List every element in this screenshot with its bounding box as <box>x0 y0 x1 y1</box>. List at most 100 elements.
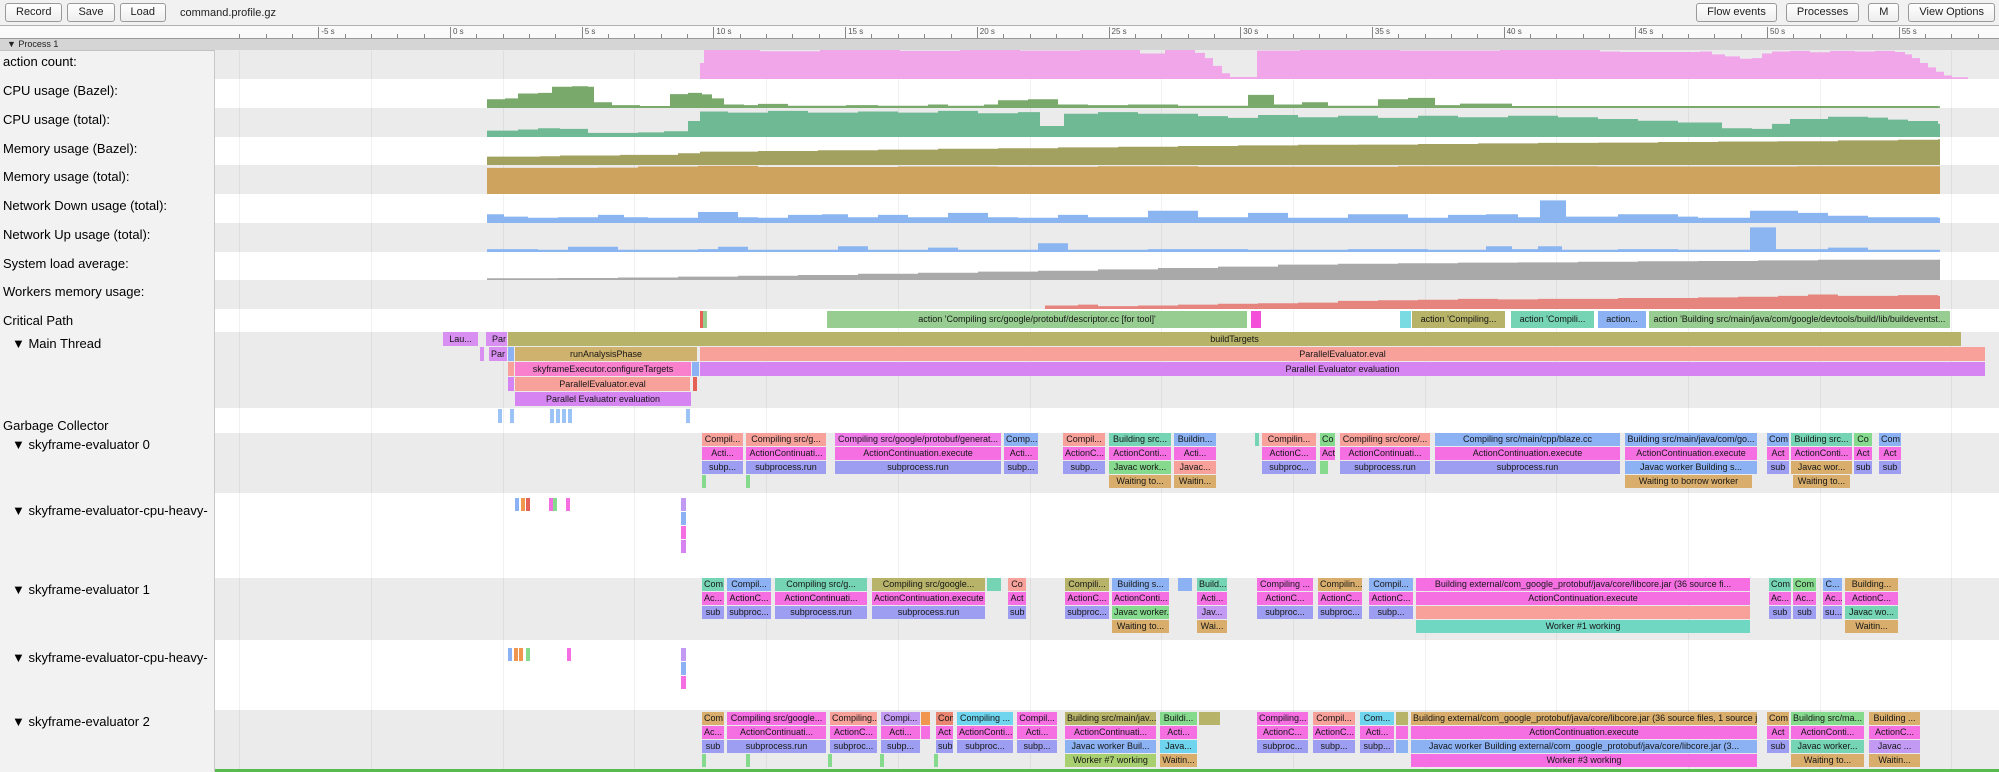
trace-block[interactable]: Compil... <box>702 433 743 446</box>
trace-block[interactable] <box>567 648 571 661</box>
trace-block[interactable] <box>550 409 554 423</box>
trace-block[interactable]: su... <box>1823 606 1842 619</box>
trace-block[interactable] <box>514 648 518 661</box>
trace-block[interactable]: ActionContinuation.execute <box>1411 726 1757 739</box>
trace-block[interactable]: ActionC... <box>727 592 771 605</box>
trace-block[interactable]: Waiting to... <box>1791 754 1864 767</box>
trace-block[interactable]: Javac ... <box>1869 740 1920 753</box>
trace-block[interactable]: Build... <box>1197 578 1227 591</box>
track-label-main-thread[interactable]: ▼ Main Thread <box>0 336 222 351</box>
trace-block[interactable]: subp... <box>1369 606 1413 619</box>
trace-block[interactable] <box>703 311 707 328</box>
trace-block[interactable] <box>686 409 690 423</box>
trace-block[interactable] <box>498 409 502 423</box>
trace-block[interactable]: Parallel Evaluator evaluation <box>700 362 1985 376</box>
trace-block[interactable]: subprocess.run <box>1340 461 1430 474</box>
trace-block[interactable]: Com <box>702 578 724 591</box>
trace-block[interactable]: ActionContinuati... <box>1065 726 1156 739</box>
trace-block[interactable] <box>1396 712 1408 725</box>
trace-block[interactable]: subp... <box>1360 740 1394 753</box>
trace-block[interactable] <box>681 540 686 553</box>
trace-block[interactable] <box>508 648 512 661</box>
trace-block[interactable]: subp... <box>1017 740 1057 753</box>
trace-block[interactable]: sub <box>1793 606 1816 619</box>
trace-block[interactable]: subproc... <box>727 606 771 619</box>
trace-block[interactable]: Compili... <box>1065 578 1109 591</box>
trace-block[interactable]: sub <box>1008 606 1026 619</box>
trace-block[interactable]: Wai... <box>1197 620 1227 633</box>
trace-block[interactable]: ActionC... <box>1313 726 1355 739</box>
trace-block[interactable]: Building external/com_google_protobuf/ja… <box>1416 578 1750 591</box>
trace-block[interactable]: ActionConti... <box>1791 726 1864 739</box>
trace-block[interactable] <box>934 754 938 767</box>
trace-block[interactable]: Compiling... <box>1257 712 1308 725</box>
trace-block[interactable] <box>566 498 570 511</box>
trace-block[interactable]: sub <box>936 740 953 753</box>
trace-block[interactable]: Waitin... <box>1845 620 1898 633</box>
trace-block[interactable]: Compi... <box>881 712 920 725</box>
net-up-chart[interactable] <box>0 223 1999 252</box>
trace-block[interactable]: Javac work... <box>1109 461 1171 474</box>
trace-block[interactable]: Comp... <box>1004 433 1038 446</box>
trace-block[interactable]: Building src/ma... <box>1791 712 1864 725</box>
trace-block[interactable]: Javac worker... <box>1791 740 1864 753</box>
trace-block[interactable]: ActionC... <box>1869 726 1920 739</box>
trace-block[interactable] <box>508 377 514 391</box>
trace-block[interactable]: Waiting to... <box>1109 475 1171 488</box>
load-button[interactable]: Load <box>120 3 166 22</box>
trace-block[interactable] <box>702 754 706 767</box>
trace-block[interactable] <box>987 578 1001 591</box>
save-button[interactable]: Save <box>67 3 114 22</box>
trace-block[interactable]: buildTargets <box>508 332 1961 346</box>
trace-block[interactable] <box>526 648 530 661</box>
trace-block[interactable]: Compil... <box>1063 433 1105 446</box>
trace-block[interactable] <box>702 475 706 488</box>
trace-block[interactable]: Waitin... <box>1174 475 1216 488</box>
trace-block[interactable]: Com <box>1793 578 1816 591</box>
trace-block[interactable]: Act <box>1767 447 1789 460</box>
trace-block[interactable]: ActionContinuati... <box>727 726 826 739</box>
trace-block[interactable]: subp... <box>881 740 920 753</box>
trace-block[interactable] <box>681 676 686 689</box>
trace-block[interactable]: Building src/main/java/com/go... <box>1625 433 1757 446</box>
trace-block[interactable]: subproc... <box>1257 606 1313 619</box>
trace-block[interactable]: ActionC... <box>1065 592 1109 605</box>
trace-block[interactable]: Waitin... <box>1160 754 1197 767</box>
flow-events-button[interactable]: Flow events <box>1696 3 1777 22</box>
trace-block[interactable]: runAnalysisPhase <box>515 347 697 361</box>
trace-block[interactable]: Building src... <box>1791 433 1852 446</box>
trace-block[interactable]: Compil... <box>1369 578 1413 591</box>
trace-block[interactable]: Javac worker Building s... <box>1625 461 1757 474</box>
metrics-mode-button[interactable]: M <box>1868 3 1899 22</box>
trace-block[interactable]: Jav... <box>1197 606 1227 619</box>
trace-block[interactable]: Javac worker Buil... <box>1065 740 1156 753</box>
trace-block[interactable] <box>568 409 572 423</box>
trace-block[interactable]: Compiling src/core/... <box>1340 433 1430 446</box>
trace-block[interactable]: Building src... <box>1109 433 1171 446</box>
trace-block[interactable] <box>556 409 560 423</box>
trace-block[interactable]: skyframeExecutor.configureTargets <box>515 362 691 376</box>
net-down-chart[interactable] <box>0 194 1999 223</box>
trace-block[interactable]: Compiling src/google... <box>872 578 985 591</box>
trace-block[interactable]: sub <box>1854 461 1872 474</box>
trace-block[interactable]: Acti... <box>1360 726 1394 739</box>
trace-block[interactable]: Javac worker Building external/com_googl… <box>1411 740 1757 753</box>
trace-block[interactable]: ActionConti... <box>1791 447 1852 460</box>
trace-block[interactable]: subproc... <box>830 740 877 753</box>
trace-block[interactable] <box>562 409 566 423</box>
trace-block[interactable]: Waiting to... <box>1793 475 1850 488</box>
trace-block[interactable]: Act <box>1879 447 1901 460</box>
trace-block[interactable] <box>515 498 519 511</box>
trace-block[interactable]: action... <box>1598 311 1646 328</box>
trace-block[interactable]: subp... <box>1004 461 1038 474</box>
trace-block[interactable]: Acti... <box>1004 447 1038 460</box>
trace-block[interactable]: Com <box>702 712 724 725</box>
trace-block[interactable]: Compil... <box>1017 712 1057 725</box>
trace-block[interactable]: Act <box>1320 447 1335 460</box>
trace-block[interactable]: Compiling ... <box>957 712 1013 725</box>
trace-block[interactable]: ActionC... <box>1257 592 1313 605</box>
trace-block[interactable]: Acti... <box>1197 592 1227 605</box>
trace-block[interactable]: ActionContinuation.execute <box>872 592 985 605</box>
trace-block[interactable]: Ac... <box>702 592 724 605</box>
processes-button[interactable]: Processes <box>1786 3 1859 22</box>
